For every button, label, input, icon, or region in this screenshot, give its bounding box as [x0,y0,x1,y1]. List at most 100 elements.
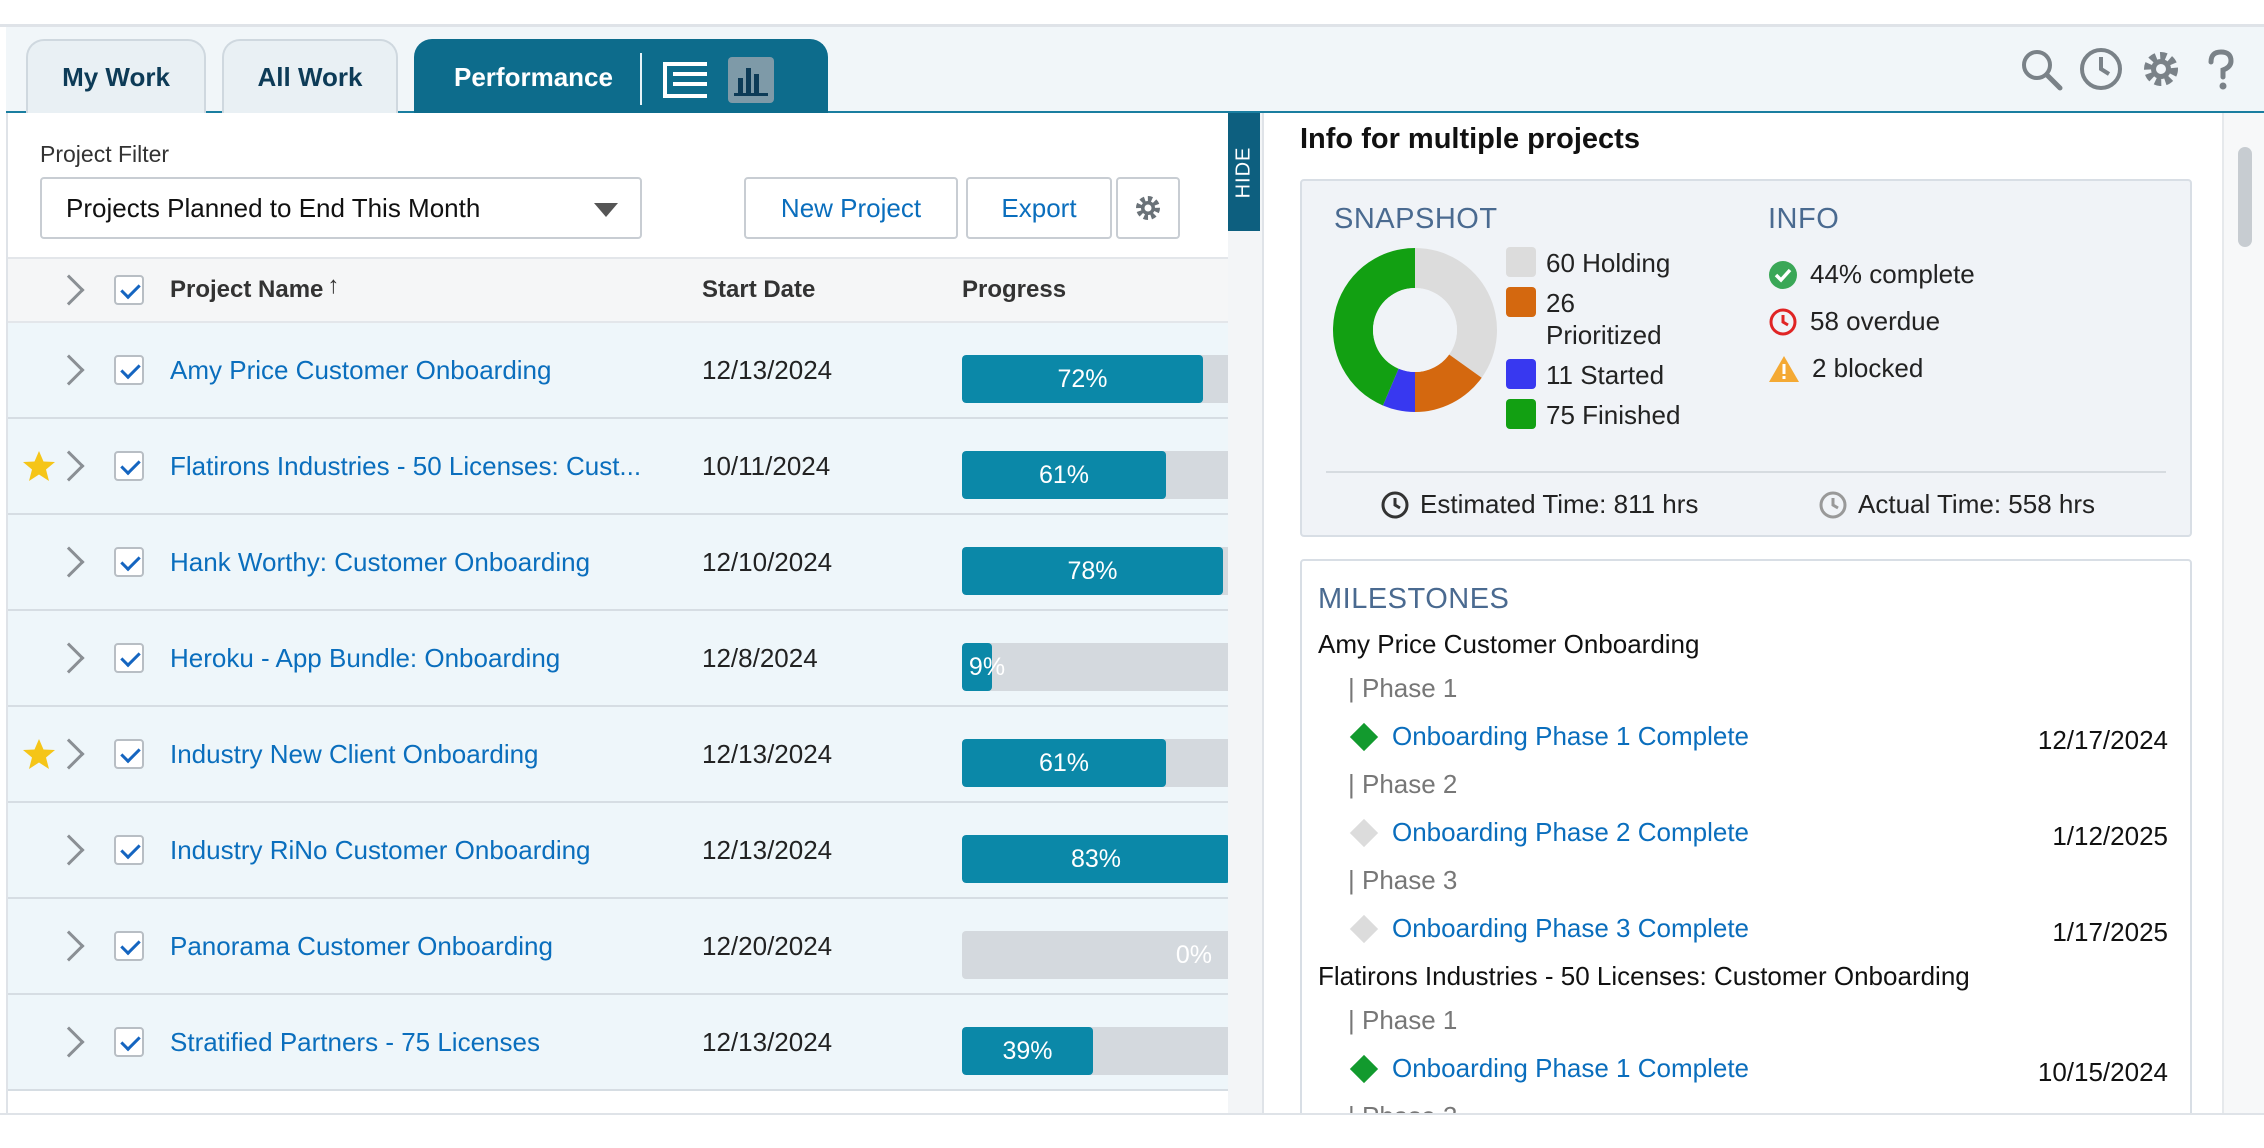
table-row[interactable]: Panorama Customer Onboarding 12/20/2024 0% [8,899,1230,995]
milestone-phase-label: | Phase 3 [1348,865,1458,895]
project-filter-select[interactable]: Projects Planned to End This Month [40,177,642,239]
blocked-stat: 2 blocked [1768,345,1975,392]
row-checkbox[interactable] [114,707,144,801]
table-row[interactable]: Industry RiNo Customer Onboarding 12/13/2… [8,803,1230,899]
scrollbar-thumb[interactable] [2238,147,2252,247]
star-icon[interactable] [22,449,56,488]
milestones-card: MILESTONES Amy Price Customer Onboarding… [1300,559,2192,1119]
row-expand-chevron[interactable] [53,803,85,897]
progress-bar: 61% [962,451,1230,499]
row-expand-chevron[interactable] [53,515,85,609]
row-expand-chevron[interactable] [53,995,85,1089]
project-name-link[interactable]: Amy Price Customer Onboarding [170,355,551,386]
hide-panel-button[interactable]: HIDE [1228,113,1260,231]
expand-all-chevron[interactable] [53,259,85,321]
legend-item: 11 Started [1506,359,1696,391]
milestone-done-icon [1349,1054,1379,1083]
start-date: 12/10/2024 [702,546,833,577]
tab-my-work[interactable]: My Work [26,39,206,113]
row-checkbox[interactable] [114,515,144,609]
milestone-link[interactable]: Onboarding Phase 3 Complete [1349,913,1749,944]
legend-label: 11 Started [1546,360,1665,390]
table-row[interactable]: Amy Price Customer Onboarding 12/13/2024 7… [8,323,1230,419]
export-button[interactable]: Export [966,177,1112,239]
row-expand-chevron[interactable] [53,899,85,993]
milestone-date: 1/17/2025 [2052,917,2168,947]
project-filter-value: Projects Planned to End This Month [66,192,481,223]
project-name-link[interactable]: Industry New Client Onboarding [170,739,539,770]
project-rows: Amy Price Customer Onboarding 12/13/2024 7… [8,323,1230,1091]
column-header-start-date[interactable]: Start Date [702,259,815,321]
snapshot-card: SNAPSHOT 60 Holding 26 Prioritized 11 Star… [1300,179,2192,537]
milestone-date: 1/12/2025 [2052,821,2168,851]
gear-icon[interactable] [2138,46,2184,92]
clock-icon [1819,491,1847,518]
row-expand-chevron[interactable] [53,419,85,513]
chart-view-icon[interactable] [728,57,774,103]
help-icon[interactable] [2198,46,2244,92]
info-stats: 44% complete 58 overdue 2 blocked [1768,251,1975,392]
table-row[interactable]: Flatirons Industries - 50 Licenses: Cust… [8,419,1230,515]
table-row[interactable]: Industry New Client Onboarding 12/13/2024… [8,707,1230,803]
star-icon[interactable] [22,737,56,776]
tab-performance[interactable]: Performance [414,39,828,113]
clock-icon[interactable] [2078,46,2124,92]
row-expand-chevron[interactable] [53,707,85,801]
row-expand-chevron[interactable] [53,611,85,705]
scrollbar[interactable] [2222,113,2264,1113]
status-legend: 60 Holding 26 Prioritized 11 Started 75 Fin… [1506,247,1696,439]
tab-all-work[interactable]: All Work [222,39,398,113]
table-row[interactable]: Hank Worthy: Customer Onboarding 12/10/20… [8,515,1230,611]
clock-icon [1381,491,1409,518]
snapshot-divider [1326,471,2166,473]
progress-label: 0% [1175,940,1212,969]
row-checkbox[interactable] [114,995,144,1089]
row-checkbox[interactable] [114,323,144,417]
complete-stat-label: 44% complete [1810,259,1975,289]
row-checkbox[interactable] [114,899,144,993]
new-project-button[interactable]: New Project [744,177,958,239]
project-name-link[interactable]: Stratified Partners - 75 Licenses [170,1027,540,1058]
project-name-link[interactable]: Industry RiNo Customer Onboarding [170,835,591,866]
select-all-checkbox[interactable] [114,259,144,321]
bottom-bar [0,1113,2264,1148]
milestone-link[interactable]: Onboarding Phase 1 Complete [1349,721,1750,752]
legend-swatch [1506,359,1536,389]
milestone-date: 10/15/2024 [2037,1057,2168,1087]
row-expand-chevron[interactable] [53,323,85,417]
search-icon[interactable] [2018,46,2064,92]
milestone-link-label: Onboarding Phase 2 Complete [1392,817,1750,847]
project-name-link[interactable]: Panorama Customer Onboarding [170,931,553,962]
list-settings-button[interactable] [1116,177,1180,239]
panel-splitter[interactable]: HIDE [1228,113,1264,1113]
overdue-clock-icon [1769,308,1797,335]
column-header-progress[interactable]: Progress [962,259,1066,321]
milestone-done-icon [1349,722,1379,751]
project-name-link[interactable]: Hank Worthy: Customer Onboarding [170,547,590,578]
progress-bar: 72% [962,355,1230,403]
table-row[interactable]: Stratified Partners - 75 Licenses 12/13/2… [8,995,1230,1091]
milestone-date: 12/17/2024 [2037,725,2168,755]
legend-item: 75 Finished [1506,399,1696,431]
table-row[interactable]: Heroku - App Bundle: Onboarding 12/8/2024… [8,611,1230,707]
progress-label: 39% [1002,1036,1053,1065]
row-checkbox[interactable] [114,803,144,897]
row-checkbox[interactable] [114,611,144,705]
tab-bar: My Work All Work Performance [6,27,2264,113]
info-heading: INFO [1768,203,1840,235]
row-checkbox[interactable] [114,419,144,513]
milestone-link-label: Onboarding Phase 1 Complete [1392,721,1750,751]
milestone-link-label: Onboarding Phase 1 Complete [1392,1053,1750,1083]
chevron-down-icon [594,203,618,217]
info-panel: Info for multiple projects SNAPSHOT 60 H… [1266,113,2222,1119]
milestone-link[interactable]: Onboarding Phase 1 Complete [1349,1053,1750,1084]
milestone-project-name: Flatirons Industries - 50 Licenses: Cust… [1318,961,1970,991]
project-name-link[interactable]: Flatirons Industries - 50 Licenses: Cust… [170,451,641,482]
column-header-project-name[interactable]: Project Name ↑ [170,259,339,321]
gear-icon [1136,196,1160,220]
project-list-panel: Project Filter Projects Planned to End T… [6,113,1230,1113]
complete-stat: 44% complete [1768,251,1975,298]
project-name-link[interactable]: Heroku - App Bundle: Onboarding [170,643,560,674]
list-view-icon[interactable] [662,57,708,103]
milestone-link[interactable]: Onboarding Phase 2 Complete [1349,817,1750,848]
